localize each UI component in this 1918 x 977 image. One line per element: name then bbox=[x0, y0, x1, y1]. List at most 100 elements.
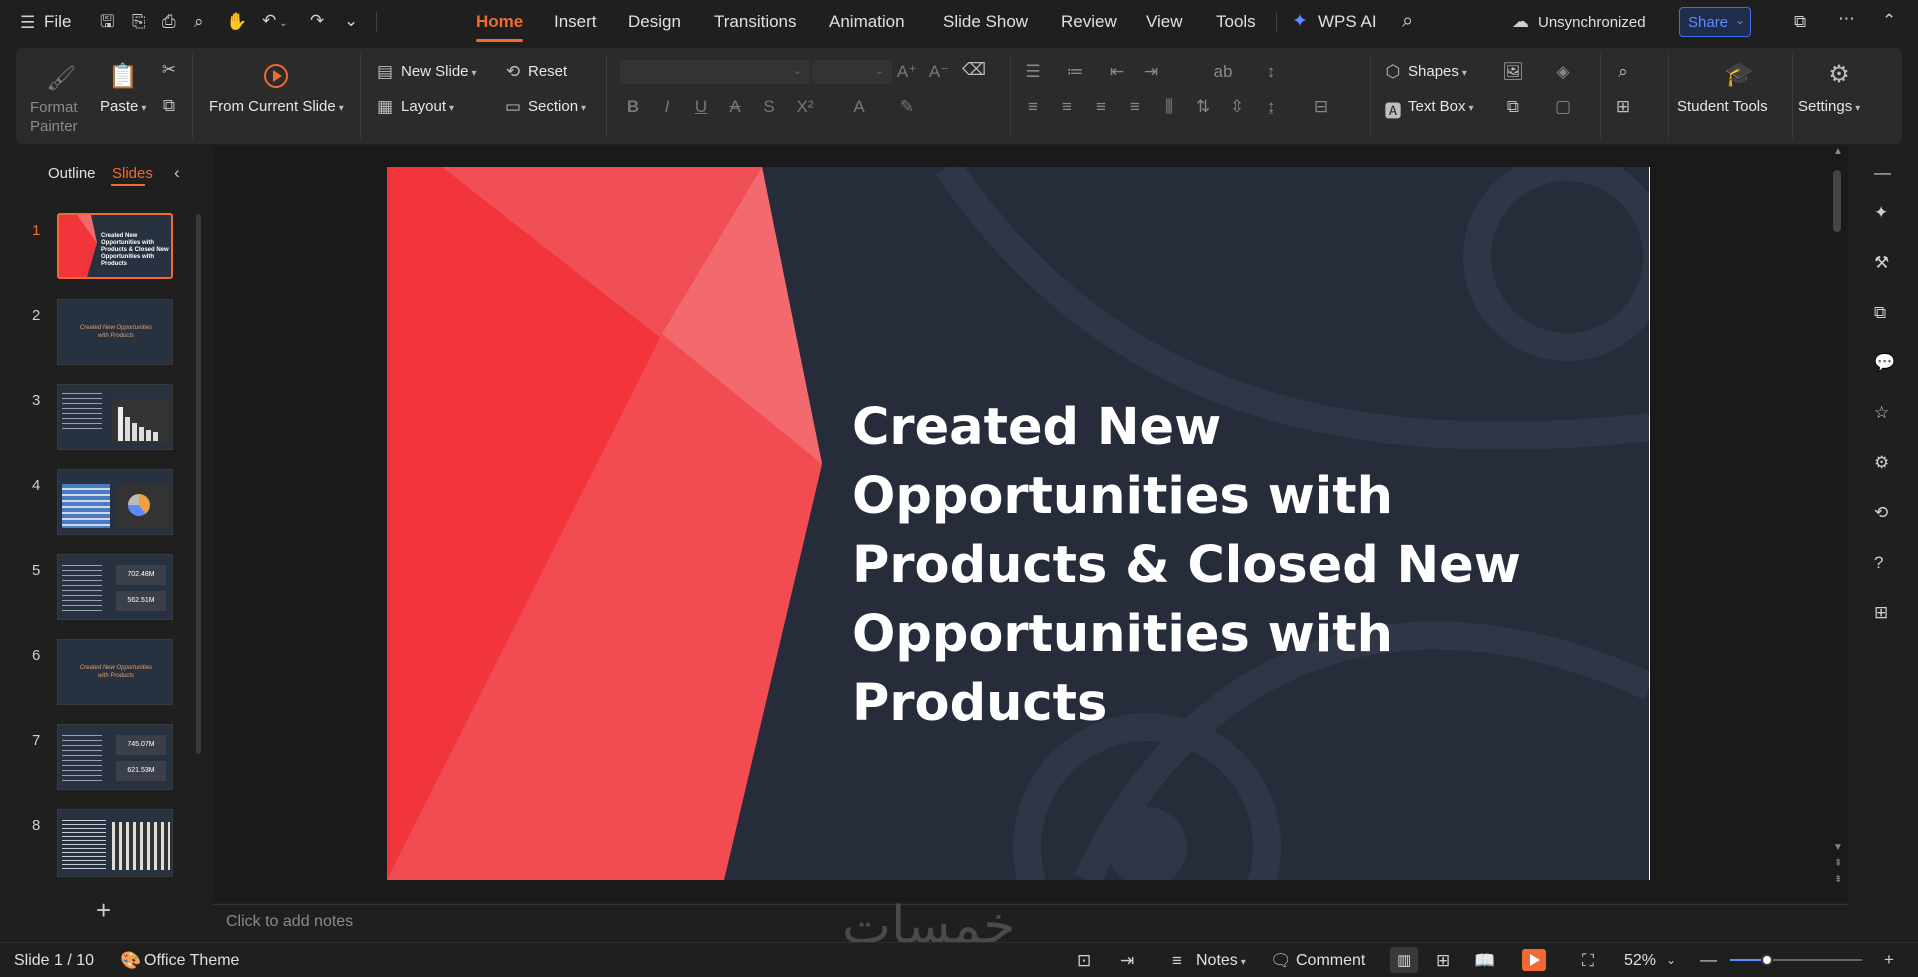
next-slide-icon[interactable]: ⇟ bbox=[1834, 874, 1842, 885]
scroll-up-icon[interactable]: ▲ bbox=[1833, 146, 1843, 157]
normal-view-button[interactable]: ▥ bbox=[1390, 947, 1418, 973]
decrease-indent-icon[interactable]: ⇤ bbox=[1106, 62, 1128, 82]
minimize-panel-icon[interactable]: — bbox=[1874, 164, 1891, 181]
fill-icon[interactable]: ◈ bbox=[1552, 62, 1574, 82]
export-pdf-icon[interactable]: ⎘ bbox=[132, 13, 146, 30]
increase-font-icon[interactable]: A⁺ bbox=[896, 62, 918, 82]
previous-slide-icon[interactable]: ⇞ bbox=[1834, 858, 1842, 869]
find-icon[interactable]: ⌕ bbox=[1612, 62, 1634, 82]
distribute-icon[interactable]: ⫼ bbox=[1158, 97, 1180, 117]
format-brush-icon[interactable]: ✋ bbox=[226, 13, 247, 30]
cut-icon[interactable]: ✂ bbox=[158, 60, 180, 80]
share-button[interactable]: Share ⌄ bbox=[1679, 7, 1751, 37]
strikethrough-icon[interactable]: A bbox=[724, 97, 746, 117]
zoom-dropdown-icon[interactable]: ⌄ bbox=[1666, 954, 1676, 966]
reading-view-icon[interactable]: 📖 bbox=[1474, 952, 1495, 969]
font-family-select[interactable]: ⌄ bbox=[620, 60, 810, 84]
student-tools-button[interactable]: Student Tools bbox=[1677, 98, 1768, 115]
clear-format-icon[interactable]: ⌫ bbox=[962, 60, 986, 80]
reset-button[interactable]: Reset bbox=[528, 63, 567, 80]
text-direction-icon[interactable]: ab bbox=[1212, 62, 1234, 82]
sort-icon[interactable]: ↕ bbox=[1260, 62, 1282, 82]
layout-button[interactable]: Layout ▾ bbox=[401, 98, 454, 115]
shapes-button[interactable]: Shapes ▾ bbox=[1408, 63, 1467, 80]
tab-outline[interactable]: Outline bbox=[48, 165, 96, 182]
tab-transitions[interactable]: Transitions bbox=[714, 12, 797, 32]
design-tools-icon[interactable]: ✦ bbox=[1874, 204, 1888, 221]
tab-home[interactable]: Home bbox=[476, 12, 524, 42]
justify-icon[interactable]: ≡ bbox=[1124, 97, 1146, 117]
zoom-slider-track[interactable] bbox=[1730, 954, 1862, 966]
tab-insert[interactable]: Insert bbox=[554, 12, 597, 32]
history-icon[interactable]: ⟲ bbox=[1874, 504, 1888, 521]
italic-icon[interactable]: I bbox=[656, 97, 678, 117]
slide-thumbnail-7[interactable]: 745.07M 621.53M bbox=[57, 724, 173, 790]
line-spacing-icon[interactable]: ⇅ bbox=[1192, 97, 1214, 117]
fit-window-icon[interactable]: ⛶ bbox=[1582, 952, 1594, 969]
tab-view[interactable]: View bbox=[1146, 12, 1183, 32]
slide-sorter-view-icon[interactable]: ⊞ bbox=[1436, 952, 1450, 969]
copy-icon[interactable]: ⧉ bbox=[158, 96, 180, 116]
object-properties-icon[interactable]: ⚒ bbox=[1874, 254, 1889, 271]
picture-icon[interactable]: 🖼 bbox=[1502, 62, 1524, 82]
canvas-scrollbar[interactable] bbox=[1833, 170, 1841, 232]
print-preview-icon[interactable]: ⌕ bbox=[194, 13, 204, 30]
adjust-settings-icon[interactable]: ⚙ bbox=[1874, 454, 1889, 471]
apps-grid-icon[interactable]: ⊞ bbox=[1874, 604, 1888, 621]
thumbnails-scrollbar[interactable] bbox=[196, 214, 201, 754]
text-align-box-icon[interactable]: ⊟ bbox=[1310, 97, 1332, 117]
notes-toggle-button[interactable]: Notes ▾ bbox=[1196, 952, 1246, 970]
tab-slides[interactable]: Slides bbox=[112, 165, 153, 182]
scroll-down-icon[interactable]: ▼ bbox=[1833, 842, 1843, 853]
font-size-select[interactable]: ⌄ bbox=[812, 60, 892, 84]
comments-icon[interactable]: 💬 bbox=[1874, 354, 1895, 371]
add-slide-icon[interactable]: + bbox=[96, 895, 111, 926]
tab-animation[interactable]: Animation bbox=[829, 12, 905, 32]
decrease-font-icon[interactable]: A⁻ bbox=[928, 62, 950, 82]
hamburger-menu-icon[interactable]: ☰ bbox=[20, 14, 35, 31]
slide-thumbnail-2[interactable]: Created New Opportunities with Products bbox=[57, 299, 173, 365]
tab-design[interactable]: Design bbox=[628, 12, 681, 32]
comment-button[interactable]: Comment bbox=[1296, 952, 1365, 970]
zoom-out-icon[interactable]: — bbox=[1700, 951, 1717, 968]
collapse-ribbon-icon[interactable]: ⌃ bbox=[1882, 12, 1896, 29]
zoom-in-icon[interactable]: + bbox=[1884, 951, 1894, 968]
paragraph-spacing-icon[interactable]: ⇳ bbox=[1226, 97, 1248, 117]
select-icon[interactable]: ⊞ bbox=[1612, 97, 1634, 117]
align-center-icon[interactable]: ≡ bbox=[1056, 97, 1078, 117]
settings-button[interactable]: Settings ▾ bbox=[1798, 98, 1860, 115]
arrange-icon[interactable]: ⧉ bbox=[1502, 97, 1524, 117]
paste-button[interactable]: Paste ▾ bbox=[100, 98, 146, 115]
save-icon[interactable]: 🖫 bbox=[100, 13, 114, 30]
wps-ai-button[interactable]: WPS AI bbox=[1318, 12, 1377, 32]
slide-title[interactable]: Created New Opportunities with Products … bbox=[852, 393, 1612, 738]
slide-thumbnail-1[interactable]: Created New Opportunities with Products … bbox=[57, 213, 173, 279]
undo-icon[interactable]: ↶ ⌄ bbox=[262, 12, 288, 29]
help-icon[interactable]: ? bbox=[1874, 554, 1883, 571]
tab-review[interactable]: Review bbox=[1061, 12, 1117, 32]
underline-icon[interactable]: U bbox=[690, 97, 712, 117]
tab-tools[interactable]: Tools bbox=[1216, 12, 1256, 32]
font-color-icon[interactable]: A bbox=[848, 97, 870, 117]
slide-thumbnail-8[interactable] bbox=[57, 809, 173, 877]
more-options-icon[interactable]: ⋯ bbox=[1838, 10, 1855, 27]
window-mode-icon[interactable]: ⧉ bbox=[1794, 13, 1806, 30]
zoom-level[interactable]: 52% bbox=[1624, 952, 1656, 970]
more-quick-access-icon[interactable]: ⌄ bbox=[344, 12, 358, 29]
file-menu[interactable]: File bbox=[44, 12, 71, 32]
theme-name[interactable]: Office Theme bbox=[144, 952, 239, 970]
favorites-icon[interactable]: ☆ bbox=[1874, 404, 1889, 421]
slide-thumbnail-6[interactable]: Created New Opportunities with Products bbox=[57, 639, 173, 705]
notes-placeholder[interactable]: Click to add notes bbox=[226, 913, 353, 931]
collapse-pane-icon[interactable]: ‹ bbox=[174, 163, 180, 183]
redo-icon[interactable]: ↷ bbox=[310, 12, 324, 29]
text-box-button[interactable]: Text Box ▾ bbox=[1408, 98, 1474, 115]
sync-status[interactable]: Unsynchronized bbox=[1538, 14, 1646, 31]
numbering-icon[interactable]: ≔ bbox=[1064, 62, 1086, 82]
print-icon[interactable]: ⎙ bbox=[162, 13, 176, 30]
tab-slide-show[interactable]: Slide Show bbox=[943, 12, 1028, 32]
search-icon[interactable]: ⌕ bbox=[1402, 11, 1413, 31]
text-shadow-icon[interactable]: S bbox=[758, 97, 780, 117]
slideshow-button[interactable] bbox=[1522, 949, 1546, 971]
slide-thumbnail-3[interactable] bbox=[57, 384, 173, 450]
